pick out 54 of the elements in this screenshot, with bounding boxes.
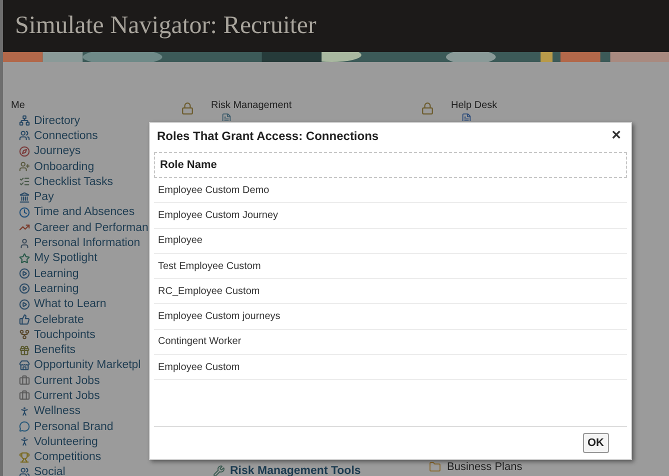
nav-link[interactable]: Competitions: [11, 450, 211, 465]
fork-icon: [19, 329, 30, 340]
table-cell: Employee Custom journeys: [154, 304, 627, 330]
table-cell: RC_Employee Custom: [154, 279, 627, 304]
gift-icon: [19, 344, 30, 356]
lock-icon: [421, 102, 434, 115]
section-heading: Help Desk: [451, 100, 498, 111]
nav-link[interactable]: Personal Brand: [11, 418, 211, 434]
bank-icon: [19, 192, 30, 203]
play-icon: [19, 268, 30, 280]
table-cell: Employee Custom: [154, 355, 627, 380]
store-icon: [19, 360, 30, 371]
close-button[interactable]: ×: [612, 127, 621, 145]
briefcase-icon: [19, 375, 30, 386]
users-icon: [19, 130, 30, 142]
person-icon: [19, 436, 30, 448]
play-icon: [19, 298, 30, 310]
dialog-title: Roles That Grant Access: Connections: [157, 129, 379, 143]
file-icon: [461, 113, 472, 121]
table-cell: Employee Custom Demo: [154, 178, 627, 204]
wrench-icon: [213, 465, 225, 476]
network-icon: [19, 115, 30, 126]
trophy-icon: [19, 452, 30, 463]
table-cell: Employee Custom Journey: [154, 203, 627, 229]
chat-icon: [19, 421, 30, 432]
play-icon: [19, 283, 30, 294]
nav-link[interactable]: Wellness: [11, 404, 211, 419]
table-cell: Employee: [154, 228, 627, 254]
person-icon: [19, 406, 30, 417]
briefcase-icon: [19, 390, 30, 402]
file-icon: [221, 113, 232, 121]
page-title: Simulate Navigator: Recruiter: [15, 12, 316, 40]
checklist-icon: [19, 176, 30, 188]
user-plus-icon: [19, 161, 30, 172]
column-header: Role Name: [154, 152, 627, 178]
star-icon: [19, 252, 30, 264]
nav-link[interactable]: Current Jobs: [11, 388, 211, 404]
nav-link[interactable]: Social: [11, 464, 211, 476]
table-cell: Test Employee Custom: [154, 254, 627, 280]
nav-link[interactable]: Directory: [11, 113, 211, 128]
trend-icon: [19, 222, 30, 234]
section-heading: Risk Management: [211, 100, 292, 111]
section-heading: Me: [11, 100, 25, 111]
ok-button[interactable]: OK: [582, 433, 609, 453]
thumbs-up-icon: [19, 314, 30, 325]
business-plans-label: Business Plans: [429, 461, 522, 474]
clock-icon: [19, 206, 30, 218]
nav-link[interactable]: Volunteering: [11, 434, 211, 450]
users-icon: [19, 466, 30, 476]
folder-icon: [429, 461, 441, 474]
table-cell: Contingent Worker: [154, 330, 627, 356]
user-icon: [19, 238, 30, 249]
lock-icon: [181, 102, 194, 115]
compass-icon: [19, 146, 30, 157]
